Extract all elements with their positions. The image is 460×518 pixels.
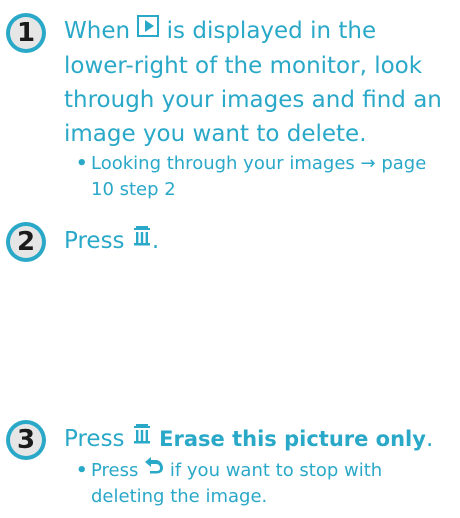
play-mode-icon	[137, 13, 160, 47]
step-3-bullet: • Press if you want to stop with deletin…	[76, 456, 446, 510]
return-icon	[144, 456, 164, 482]
trash-icon	[132, 223, 152, 257]
step-3-bold-text: Erase this picture only	[159, 427, 426, 451]
step-3-bullet-text: Press if you want to stop with deleting …	[76, 456, 446, 510]
step-3-text: Press Erase this picture only.	[64, 422, 454, 457]
step-3-number: 3	[10, 424, 42, 456]
step-2-text: Press .	[64, 224, 444, 259]
step-2-number: 2	[10, 226, 42, 258]
step-1-text-start: When	[64, 18, 131, 44]
step-1-number: 1	[10, 17, 42, 49]
step-1-text: When is displayed in the lower-right of …	[64, 14, 452, 151]
step-3-text-end: .	[425, 426, 434, 452]
step-1-bullet-text: Looking through your images → page 10 st…	[91, 153, 427, 200]
step-3-text-start: Press	[64, 426, 125, 452]
step-3-bullet-start: Press	[91, 460, 139, 481]
bullet-dot: •	[76, 460, 88, 481]
step-2-text-start: Press	[64, 228, 125, 254]
step-3-badge: 3	[6, 420, 46, 460]
step-1-bullet: • Looking through your images → page 10 …	[76, 151, 446, 203]
bullet-dot: •	[76, 153, 88, 174]
step-1-badge: 1	[6, 13, 46, 53]
trash-icon	[132, 421, 152, 455]
step-2-badge: 2	[6, 222, 46, 262]
step-2-text-end: .	[151, 228, 160, 254]
